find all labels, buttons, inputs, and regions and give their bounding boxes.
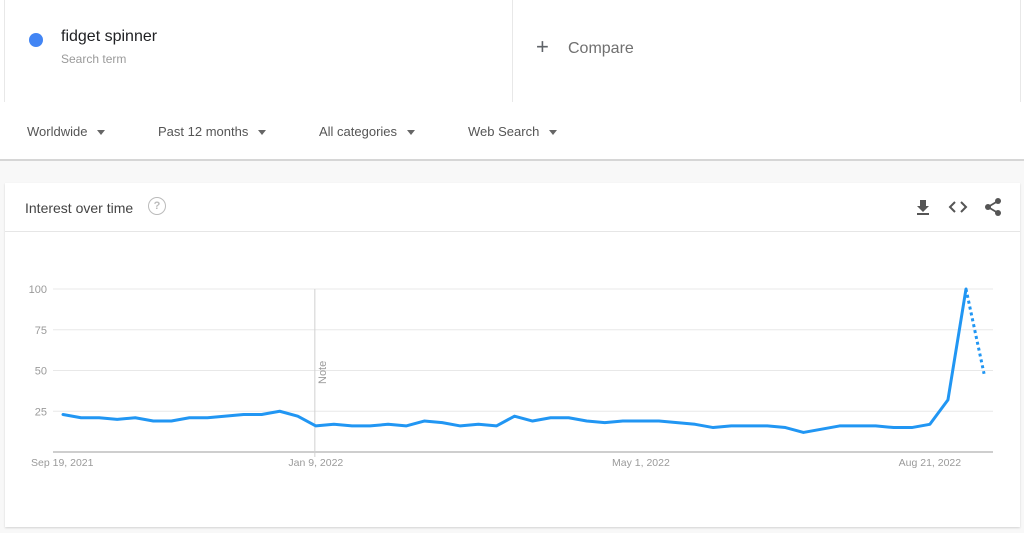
x-tick-label: Jan 9, 2022 bbox=[288, 457, 343, 469]
y-tick-label: 25 bbox=[35, 406, 47, 418]
y-tick-label: 100 bbox=[29, 284, 47, 296]
interest-line-chart: 25 50 75 100 Note Sep 19, 2021 Jan 9, 2022 May … bbox=[29, 284, 993, 469]
y-tick-label: 75 bbox=[35, 325, 47, 337]
x-tick-label: Sep 19, 2021 bbox=[31, 457, 94, 469]
note-label: Note bbox=[317, 361, 329, 384]
series-line-partial bbox=[964, 288, 986, 375]
x-tick-label: Aug 21, 2022 bbox=[899, 457, 962, 469]
x-tick-label: May 1, 2022 bbox=[612, 457, 670, 469]
y-tick-label: 50 bbox=[35, 366, 47, 378]
